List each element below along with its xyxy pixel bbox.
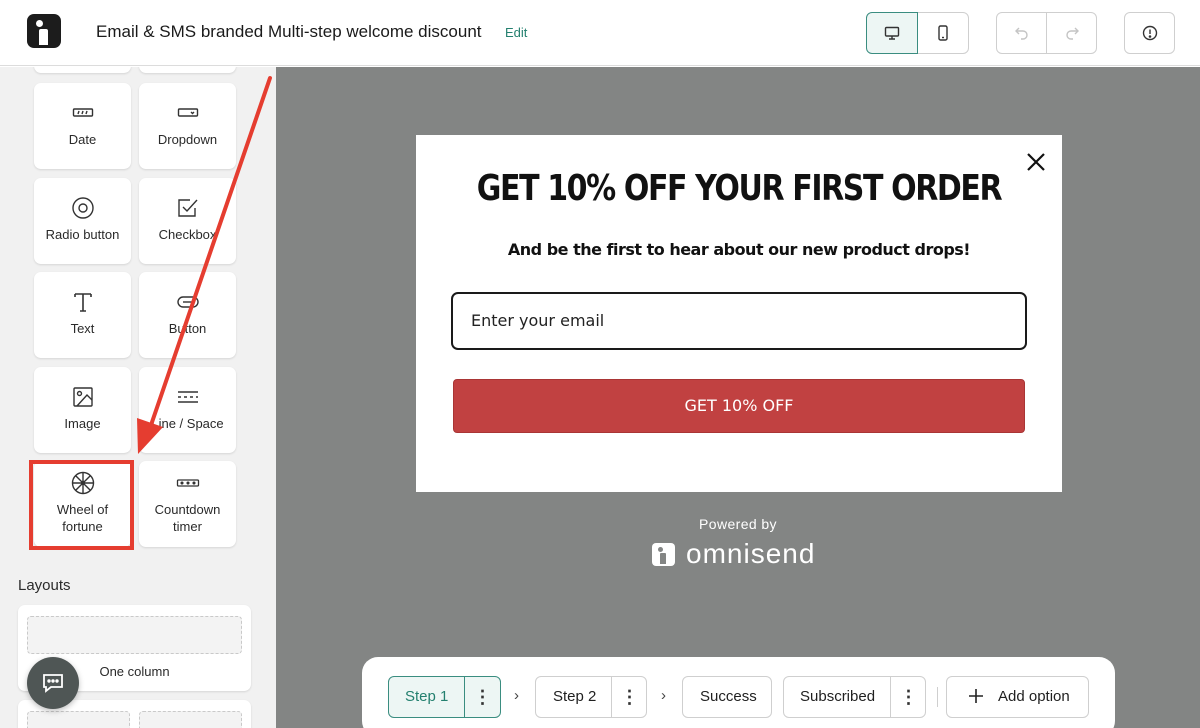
tile-label: Line / Space — [151, 416, 224, 431]
tile-label: Button — [168, 321, 207, 336]
radio-button-icon — [71, 197, 94, 219]
undo-icon — [1014, 27, 1028, 40]
step-tab-1[interactable]: Step 1 ⋮ — [388, 676, 501, 718]
desktop-view-button[interactable] — [866, 12, 918, 54]
info-button[interactable] — [1124, 12, 1175, 54]
element-tile-line-space[interactable]: Line / Space — [139, 367, 236, 453]
tile-label: Countdown timer — [154, 502, 221, 534]
add-option-label: Add option — [998, 688, 1070, 705]
tile-label: Text — [70, 321, 95, 336]
edit-title-link[interactable]: Edit — [505, 25, 527, 40]
steps-bar: Step 1 ⋮ › Step 2 ⋮ › Success Subscribed… — [362, 657, 1115, 728]
tile-label: Date — [68, 132, 97, 147]
tile-label: Image — [64, 416, 101, 431]
step-menu-button[interactable]: ⋮ — [890, 677, 926, 717]
step-label: Success — [700, 688, 757, 705]
element-tile-text[interactable]: Text — [34, 272, 131, 358]
element-tile-partial[interactable] — [139, 67, 236, 73]
omnisend-logo-icon[interactable] — [27, 14, 61, 48]
omnisend-brand: omnisend — [652, 538, 815, 570]
chat-support-button[interactable] — [27, 657, 79, 709]
step-label: Step 1 — [405, 688, 449, 705]
step-label: Subscribed — [800, 688, 876, 705]
date-field-icon — [72, 108, 93, 117]
mobile-view-button[interactable] — [917, 12, 969, 54]
wheel-of-fortune-highlight — [29, 460, 134, 550]
info-icon — [1142, 25, 1157, 41]
step-tab-subscribed[interactable]: Subscribed ⋮ — [783, 676, 926, 718]
chat-icon — [43, 674, 63, 693]
countdown-timer-icon — [176, 479, 199, 487]
element-tile-checkbox[interactable]: Checkbox — [139, 178, 236, 264]
layout-placeholder — [27, 616, 242, 654]
top-bar: Email & SMS branded Multi-step welcome d… — [0, 0, 1200, 66]
step-tab-success[interactable]: Success — [682, 676, 772, 718]
step-menu-button[interactable]: ⋮ — [611, 677, 647, 717]
popup-headline[interactable]: GET 10% OFF YOUR FIRST ORDER — [416, 168, 1062, 210]
elements-sidebar: Date Dropdown Radio button Checkbox Text… — [0, 67, 276, 728]
chevron-right-icon: › — [514, 687, 519, 704]
element-tile-button[interactable]: Button — [139, 272, 236, 358]
step-menu-button[interactable]: ⋮ — [464, 677, 500, 717]
dropdown-field-icon — [177, 108, 198, 117]
kebab-icon: ⋮ — [473, 687, 492, 707]
desktop-icon — [884, 26, 900, 40]
undo-button[interactable] — [996, 12, 1047, 54]
chevron-right-icon: › — [661, 687, 666, 704]
element-tile-date[interactable]: Date — [34, 83, 131, 169]
redo-button[interactable] — [1046, 12, 1097, 54]
redo-icon — [1065, 27, 1079, 40]
element-tile-countdown-timer[interactable]: Countdown timer — [139, 461, 236, 547]
element-tile-radio[interactable]: Radio button — [34, 178, 131, 264]
layouts-section-title: Layouts — [18, 577, 71, 594]
kebab-icon: ⋮ — [899, 687, 918, 707]
element-tile-image[interactable]: Image — [34, 367, 131, 453]
kebab-icon: ⋮ — [620, 687, 639, 707]
omnisend-brand-icon — [652, 542, 675, 566]
layout-placeholder — [27, 711, 130, 728]
element-tile-partial[interactable] — [34, 67, 131, 73]
tile-label: Checkbox — [158, 227, 217, 242]
text-icon — [73, 293, 92, 312]
email-input[interactable]: Enter your email — [451, 292, 1027, 350]
step-tab-2[interactable]: Step 2 ⋮ — [535, 676, 647, 718]
layout-placeholder — [139, 711, 242, 728]
tile-label: Dropdown — [157, 132, 218, 147]
element-tile-dropdown[interactable]: Dropdown — [139, 83, 236, 169]
line-space-icon — [177, 391, 198, 403]
image-icon — [72, 387, 93, 407]
step-label: Step 2 — [553, 688, 597, 705]
checkbox-icon — [177, 199, 198, 217]
get-discount-button[interactable]: GET 10% OFF — [453, 379, 1025, 433]
powered-by-label: Powered by — [699, 516, 777, 532]
brand-name: omnisend — [686, 538, 816, 569]
popup-subheadline[interactable]: And be the first to hear about our new p… — [416, 240, 1062, 259]
mobile-icon — [938, 25, 948, 41]
preview-canvas: GET 10% OFF YOUR FIRST ORDER And be the … — [276, 67, 1200, 728]
button-icon — [176, 296, 199, 308]
add-option-button[interactable]: Add option — [946, 676, 1089, 718]
form-title: Email & SMS branded Multi-step welcome d… — [96, 22, 482, 41]
signup-popup[interactable]: GET 10% OFF YOUR FIRST ORDER And be the … — [416, 135, 1062, 492]
tile-label: Radio button — [45, 227, 120, 242]
divider — [937, 687, 938, 707]
plus-icon — [969, 689, 983, 703]
